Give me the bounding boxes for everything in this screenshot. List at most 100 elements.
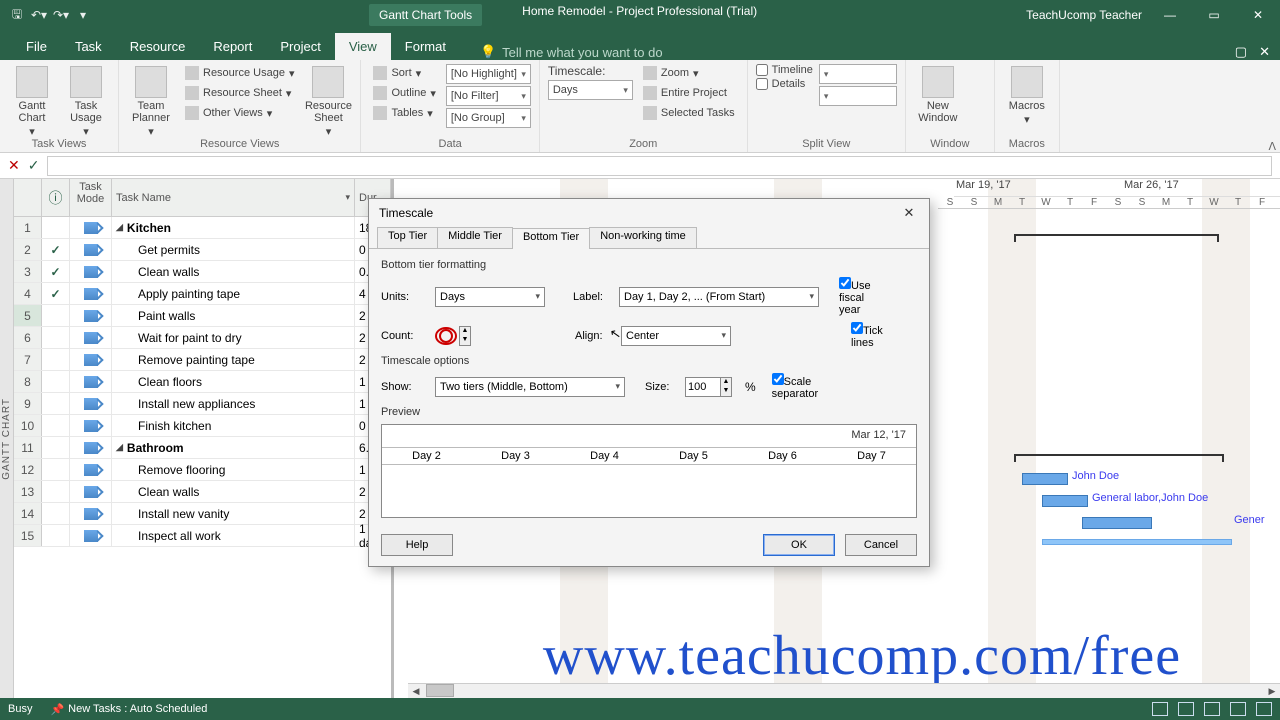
row-number[interactable]: 15 (14, 525, 42, 546)
table-row[interactable]: 5Paint walls2 da (14, 305, 391, 327)
row-mode[interactable] (70, 481, 112, 502)
tab-task[interactable]: Task (61, 33, 116, 60)
hide-icon[interactable] (968, 82, 986, 98)
dialog-close-icon[interactable]: ✕ (899, 205, 919, 221)
scroll-left-icon[interactable]: ◀ (408, 684, 424, 698)
tab-middle-tier[interactable]: Middle Tier (437, 227, 513, 248)
group-dropdown[interactable]: [No Group] (446, 108, 531, 128)
entire-project-button[interactable]: Entire Project (639, 84, 739, 102)
gantt-hscroll[interactable]: ◀ ▶ (408, 683, 1280, 698)
table-row[interactable]: 13Clean walls2 da (14, 481, 391, 503)
row-mode[interactable] (70, 305, 112, 326)
row-mode[interactable] (70, 437, 112, 458)
tick-lines-checkbox[interactable]: Tick lines (851, 322, 897, 349)
row-task-name[interactable]: Get permits (112, 239, 355, 260)
other-views-button[interactable]: Other Views ▾ (181, 104, 298, 122)
tab-project[interactable]: Project (266, 33, 334, 60)
row-task-name[interactable]: Install new appliances (112, 393, 355, 414)
filter-dropdown[interactable]: [No Filter] (446, 86, 531, 106)
row-mode[interactable] (70, 525, 112, 546)
row-task-name[interactable]: Remove flooring (112, 459, 355, 480)
view-team-icon[interactable] (1204, 702, 1220, 716)
row-task-name[interactable]: Finish kitchen (112, 415, 355, 436)
view-gantt-icon[interactable] (1152, 702, 1168, 716)
details-combo[interactable] (819, 86, 897, 106)
row-task-name[interactable]: Remove painting tape (112, 349, 355, 370)
row-number[interactable]: 13 (14, 481, 42, 502)
task-usage-button[interactable]: Task Usage▾ (62, 64, 110, 140)
row-number[interactable]: 9 (14, 393, 42, 414)
tab-resource[interactable]: Resource (116, 33, 200, 60)
scale-separator-checkbox[interactable]: Scale separator (772, 373, 818, 400)
row-mode[interactable] (70, 415, 112, 436)
switch-icon[interactable] (968, 100, 986, 116)
table-row[interactable]: 15Inspect all work1 day! (14, 525, 391, 547)
resource-sheet-big-button[interactable]: Resource Sheet▾ (304, 64, 352, 140)
row-mode[interactable] (70, 283, 112, 304)
tab-report[interactable]: Report (199, 33, 266, 60)
highlight-dropdown[interactable]: [No Highlight] (446, 64, 531, 84)
row-number[interactable]: 12 (14, 459, 42, 480)
count-spinner[interactable]: ▲▼ (459, 326, 471, 346)
selected-tasks-button[interactable]: Selected Tasks (639, 104, 739, 122)
arrange-icon[interactable] (968, 64, 986, 80)
help-button[interactable]: Help (381, 534, 453, 556)
fiscal-year-checkbox[interactable]: Use fiscal year (839, 277, 885, 316)
tell-me-search[interactable]: 💡 Tell me what you want to do (460, 44, 1235, 60)
window-minimize-icon[interactable]: — (1154, 1, 1186, 29)
gantt-chart-button[interactable]: Gantt Chart▾ (8, 64, 56, 140)
row-mode[interactable] (70, 393, 112, 414)
redo-icon[interactable]: ↷▾ (52, 6, 70, 24)
table-row[interactable]: 14Install new vanity2 da (14, 503, 391, 525)
col-rownum[interactable] (14, 179, 42, 216)
ribbon-box-icon[interactable]: ▢ (1235, 44, 1247, 60)
table-row[interactable]: 3✓Clean walls0.5 (14, 261, 391, 283)
row-number[interactable]: 14 (14, 503, 42, 524)
scroll-right-icon[interactable]: ▶ (1264, 684, 1280, 698)
row-task-name[interactable]: Paint walls (112, 305, 355, 326)
row-mode[interactable] (70, 503, 112, 524)
row-mode[interactable] (70, 217, 112, 238)
row-mode[interactable] (70, 327, 112, 348)
undo-icon[interactable]: ↶▾ (30, 6, 48, 24)
cancel-button[interactable]: Cancel (845, 534, 917, 556)
row-number[interactable]: 6 (14, 327, 42, 348)
row-number[interactable]: 3 (14, 261, 42, 282)
table-row[interactable]: 8Clean floors1 da (14, 371, 391, 393)
gantt-bar[interactable] (1082, 517, 1152, 529)
gantt-bar[interactable] (1042, 495, 1088, 507)
scroll-thumb[interactable] (426, 684, 454, 697)
col-task-name[interactable]: Task Name▾ (112, 179, 355, 216)
window-restore-icon[interactable]: ▭ (1198, 1, 1230, 29)
table-row[interactable]: 4✓Apply painting tape4 hr (14, 283, 391, 305)
row-number[interactable]: 2 (14, 239, 42, 260)
col-indicators[interactable]: ⓘ (42, 179, 70, 216)
row-task-name[interactable]: Kitchen (112, 217, 355, 238)
row-number[interactable]: 7 (14, 349, 42, 370)
zoom-button[interactable]: Zoom ▾ (639, 64, 739, 82)
accept-edit-icon[interactable]: ✓ (28, 157, 40, 174)
row-task-name[interactable]: Clean floors (112, 371, 355, 392)
team-planner-button[interactable]: Team Planner▾ (127, 64, 175, 140)
row-mode[interactable] (70, 459, 112, 480)
timeline-checkbox[interactable]: Timeline (756, 64, 813, 76)
timeline-combo[interactable] (819, 64, 897, 84)
new-window-button[interactable]: New Window (914, 64, 962, 126)
row-number[interactable]: 5 (14, 305, 42, 326)
timescale-dropdown[interactable]: Days (548, 80, 633, 100)
macros-button[interactable]: Macros▾ (1003, 64, 1051, 128)
resource-sheet-button[interactable]: Resource Sheet ▾ (181, 84, 298, 102)
units-combo[interactable]: Days (435, 287, 545, 307)
tab-format[interactable]: Format (391, 33, 460, 60)
row-task-name[interactable]: Install new vanity (112, 503, 355, 524)
row-task-name[interactable]: Clean walls (112, 481, 355, 502)
table-row[interactable]: 12Remove flooring1 da (14, 459, 391, 481)
tables-button[interactable]: Tables ▾ (369, 104, 439, 122)
qat-more-icon[interactable]: ▾ (74, 6, 92, 24)
view-report-icon[interactable] (1256, 702, 1272, 716)
tab-non-working[interactable]: Non-working time (589, 227, 697, 248)
row-task-name[interactable]: Inspect all work (112, 525, 355, 546)
row-task-name[interactable]: Apply painting tape (112, 283, 355, 304)
collapse-ribbon-icon[interactable]: ᐱ (1268, 140, 1276, 153)
row-task-name[interactable]: Wait for paint to dry (112, 327, 355, 348)
